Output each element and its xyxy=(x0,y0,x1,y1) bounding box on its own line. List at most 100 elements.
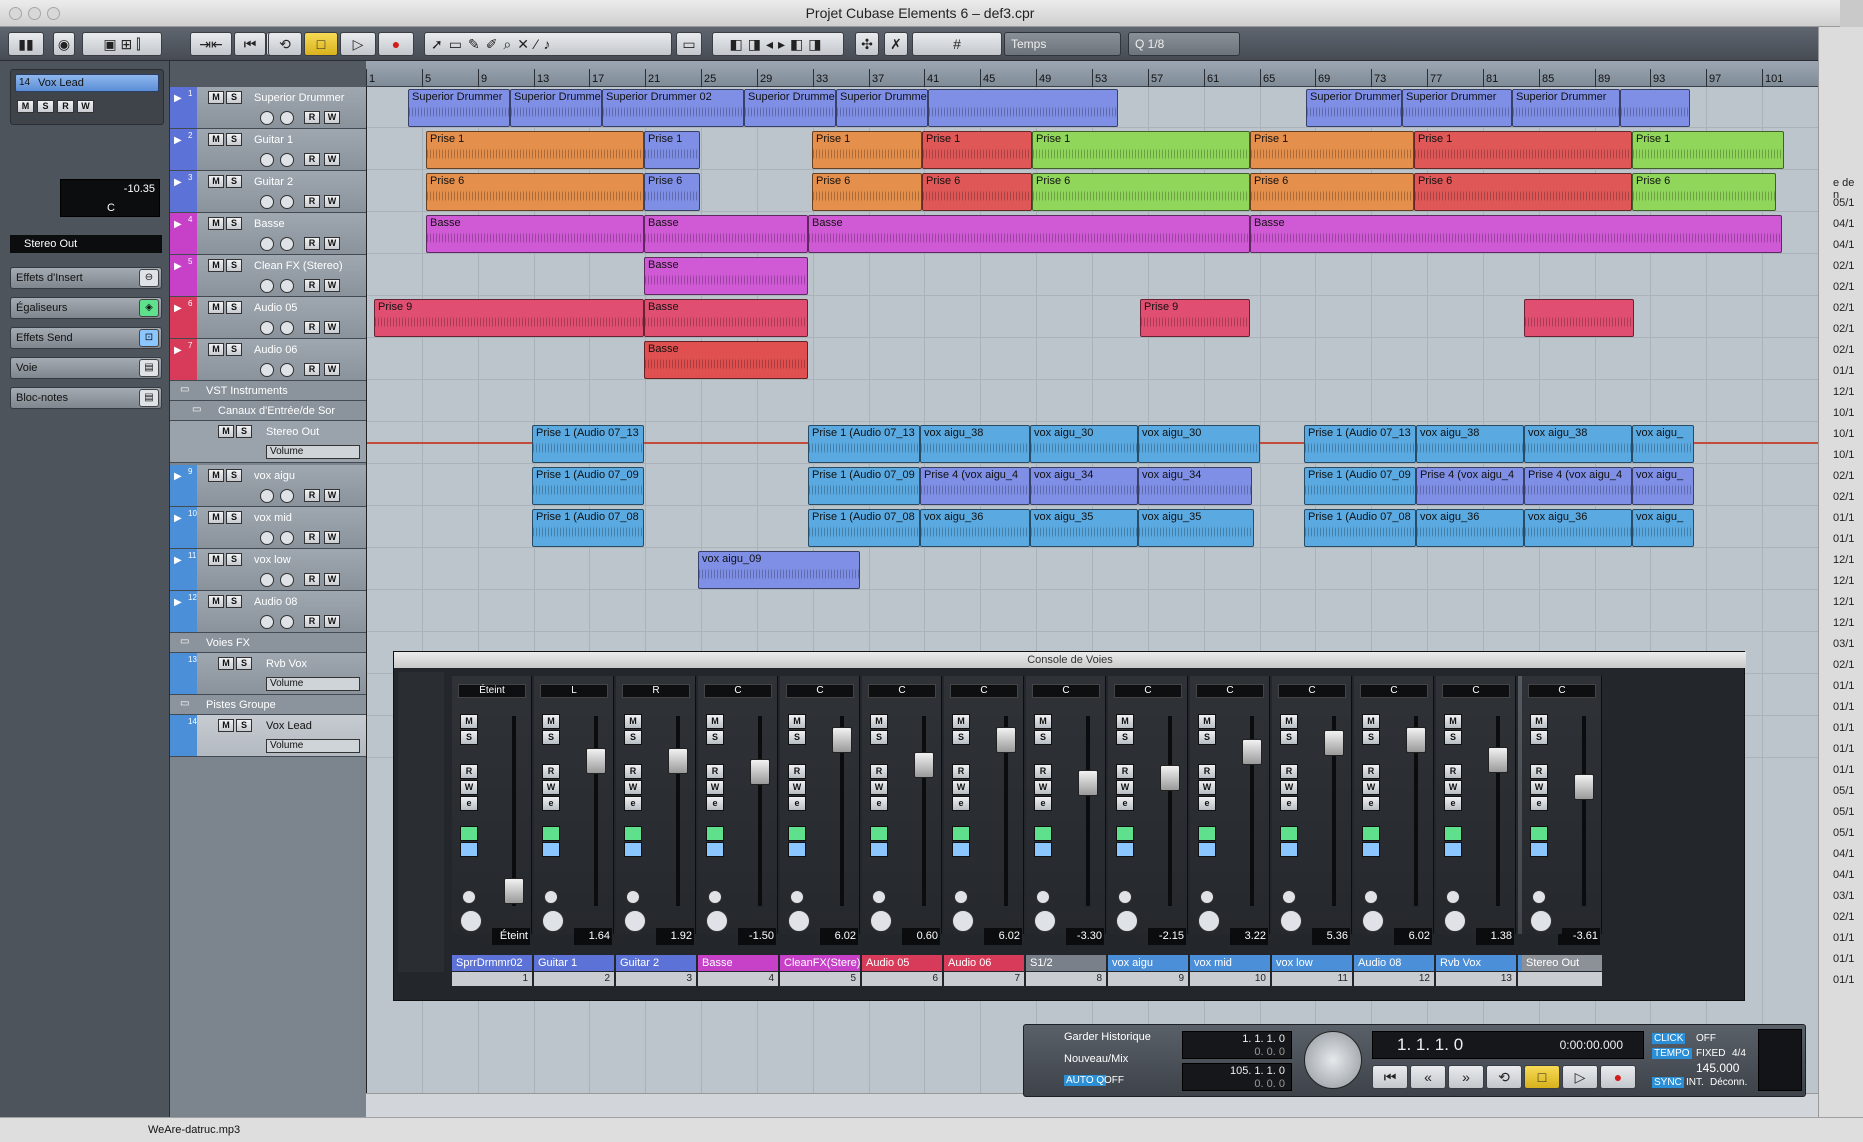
monitor-icon[interactable] xyxy=(280,111,294,125)
eq-state-icon[interactable] xyxy=(1116,826,1134,841)
mute-button[interactable]: M xyxy=(218,719,234,732)
send-state-icon[interactable] xyxy=(1116,842,1134,857)
channel-name[interactable]: Guitar 1 xyxy=(534,955,614,971)
solo-button[interactable]: S xyxy=(236,657,252,670)
read-automation-button[interactable]: R xyxy=(304,153,320,166)
quantize-select[interactable]: Q 1/8 xyxy=(1128,32,1240,56)
audio-event[interactable]: Basse xyxy=(808,215,1250,253)
write-button[interactable]: W xyxy=(1116,780,1134,795)
channel-name[interactable]: S1/2 xyxy=(1026,955,1106,971)
jog-wheel[interactable] xyxy=(1304,1031,1362,1089)
monitor-icon[interactable] xyxy=(1200,890,1214,904)
volume-value[interactable]: 0.60 xyxy=(902,928,940,945)
channel-name[interactable]: vox aigu xyxy=(1108,955,1188,971)
inspector-output-routing[interactable]: Stereo Out xyxy=(10,235,162,253)
write-button[interactable]: W xyxy=(542,780,560,795)
record-enable-icon[interactable] xyxy=(260,531,274,545)
write-button[interactable]: W xyxy=(870,780,888,795)
audio-event[interactable]: vox aigu_38 xyxy=(1524,425,1632,463)
audio-event[interactable]: Prise 6 xyxy=(426,173,644,211)
audio-event[interactable]: Prise 1 xyxy=(922,131,1032,169)
write-button[interactable]: W xyxy=(1280,780,1298,795)
audio-event[interactable]: Prise 6 xyxy=(644,173,700,211)
audio-event[interactable]: Superior Drummer xyxy=(1512,89,1620,127)
write-button[interactable]: W xyxy=(460,780,478,795)
expand-arrow-icon[interactable]: ▶ xyxy=(174,261,182,272)
monitor-icon[interactable] xyxy=(790,890,804,904)
send-state-icon[interactable] xyxy=(1198,842,1216,857)
write-button[interactable]: W xyxy=(706,780,724,795)
cycle-button-t[interactable]: ⟲ xyxy=(1486,1065,1522,1089)
monitor-icon[interactable] xyxy=(954,890,968,904)
pan-display[interactable]: C xyxy=(786,684,854,698)
write-automation-button[interactable]: W xyxy=(324,615,340,628)
volume-fader[interactable] xyxy=(1078,770,1098,796)
solo-button[interactable]: S xyxy=(542,730,560,745)
track-header[interactable]: 3 ▶ M S Guitar 2 RW xyxy=(170,171,366,213)
eq-state-icon[interactable] xyxy=(624,826,642,841)
channel-name[interactable]: CleanFX(Stere) xyxy=(780,955,860,971)
record-enable-icon[interactable] xyxy=(260,321,274,335)
volume-value[interactable]: 5.36 xyxy=(1312,928,1350,945)
audio-event[interactable] xyxy=(1620,89,1690,127)
record-enable-icon[interactable] xyxy=(260,615,274,629)
write-automation-button[interactable]: W xyxy=(324,279,340,292)
read-automation-button[interactable]: R xyxy=(304,111,320,124)
audio-event[interactable] xyxy=(1524,299,1634,337)
color-tool-button[interactable]: ▭ xyxy=(676,32,702,56)
track-name[interactable]: Audio 08 xyxy=(254,596,364,608)
audio-event[interactable]: Prise 1 (Audio 07_09 xyxy=(1304,467,1416,505)
mute-button[interactable]: M xyxy=(208,301,224,314)
audio-event[interactable]: vox aigu_ xyxy=(1632,509,1694,547)
read-automation-button[interactable]: R xyxy=(304,363,320,376)
monitor-icon[interactable] xyxy=(280,279,294,293)
solo-button[interactable]: S xyxy=(870,730,888,745)
solo-button[interactable]: S xyxy=(1362,730,1380,745)
volume-fader[interactable] xyxy=(1406,727,1426,753)
read-button[interactable]: R xyxy=(460,764,478,779)
solo-button[interactable]: S xyxy=(1034,730,1052,745)
read-button[interactable]: R xyxy=(542,764,560,779)
solo-button[interactable]: S xyxy=(226,469,242,482)
mute-button[interactable]: M xyxy=(208,175,224,188)
volume-value[interactable]: Éteint xyxy=(492,928,530,945)
audio-event[interactable]: Prise 4 (vox aigu_4 xyxy=(1416,467,1524,505)
snap-to-zero-button[interactable]: ✗ xyxy=(884,32,908,56)
solo-button[interactable]: S xyxy=(226,511,242,524)
mute-button[interactable]: M xyxy=(1444,714,1462,729)
automation-param-select[interactable]: Volume xyxy=(266,739,360,753)
audio-event[interactable]: Prise 1 xyxy=(1632,131,1784,169)
eq-bypass-icon[interactable]: ◈ xyxy=(139,299,159,317)
solo-button[interactable]: S xyxy=(236,719,252,732)
edit-channel-button[interactable]: e xyxy=(952,796,970,811)
audio-event[interactable]: vox aigu_35 xyxy=(1138,509,1254,547)
inspector-volume-display[interactable]: -10.35 C xyxy=(60,179,160,217)
audio-event[interactable]: Prise 1 (Audio 07_13 xyxy=(1304,425,1416,463)
write-button[interactable]: W xyxy=(1444,780,1462,795)
eq-state-icon[interactable] xyxy=(1444,826,1462,841)
eq-state-icon[interactable] xyxy=(706,826,724,841)
track-name[interactable]: Audio 05 xyxy=(254,302,364,314)
audio-event[interactable]: Basse xyxy=(426,215,644,253)
record-enable-icon[interactable] xyxy=(542,910,564,932)
grid-type-select[interactable]: Temps xyxy=(1004,32,1121,56)
audio-event[interactable]: Prise 1 (Audio 07_09 xyxy=(532,467,644,505)
audio-event[interactable]: vox aigu_35 xyxy=(1030,509,1138,547)
record-enable-icon[interactable] xyxy=(260,237,274,251)
track-header[interactable]: 5 ▶ M S Clean FX (Stereo) R W xyxy=(170,255,366,297)
mute-button[interactable]: M xyxy=(542,714,560,729)
right-locator[interactable]: 105. 1. 1. 0 0. 0. 0 xyxy=(1182,1063,1292,1091)
track-header[interactable]: 12 ▶ M S Audio 08 R W xyxy=(170,591,366,633)
automation-param-select[interactable]: Volume xyxy=(266,677,360,691)
read-button[interactable]: R xyxy=(1444,764,1462,779)
volume-value[interactable]: -3.30 xyxy=(1066,928,1104,945)
volume-value[interactable]: 1.92 xyxy=(656,928,694,945)
solo-button[interactable]: S xyxy=(226,259,242,272)
audio-event[interactable]: Basse xyxy=(644,341,808,379)
inserts-bypass-icon[interactable]: ⊖ xyxy=(139,269,159,287)
write-automation-button[interactable]: W xyxy=(324,489,340,502)
nudge-tools-group[interactable]: ◧◨◂▸◧◨ xyxy=(712,32,844,56)
audio-event[interactable]: vox aigu_36 xyxy=(920,509,1030,547)
audio-event[interactable]: Prise 6 xyxy=(812,173,922,211)
monitor-icon[interactable] xyxy=(1036,890,1050,904)
